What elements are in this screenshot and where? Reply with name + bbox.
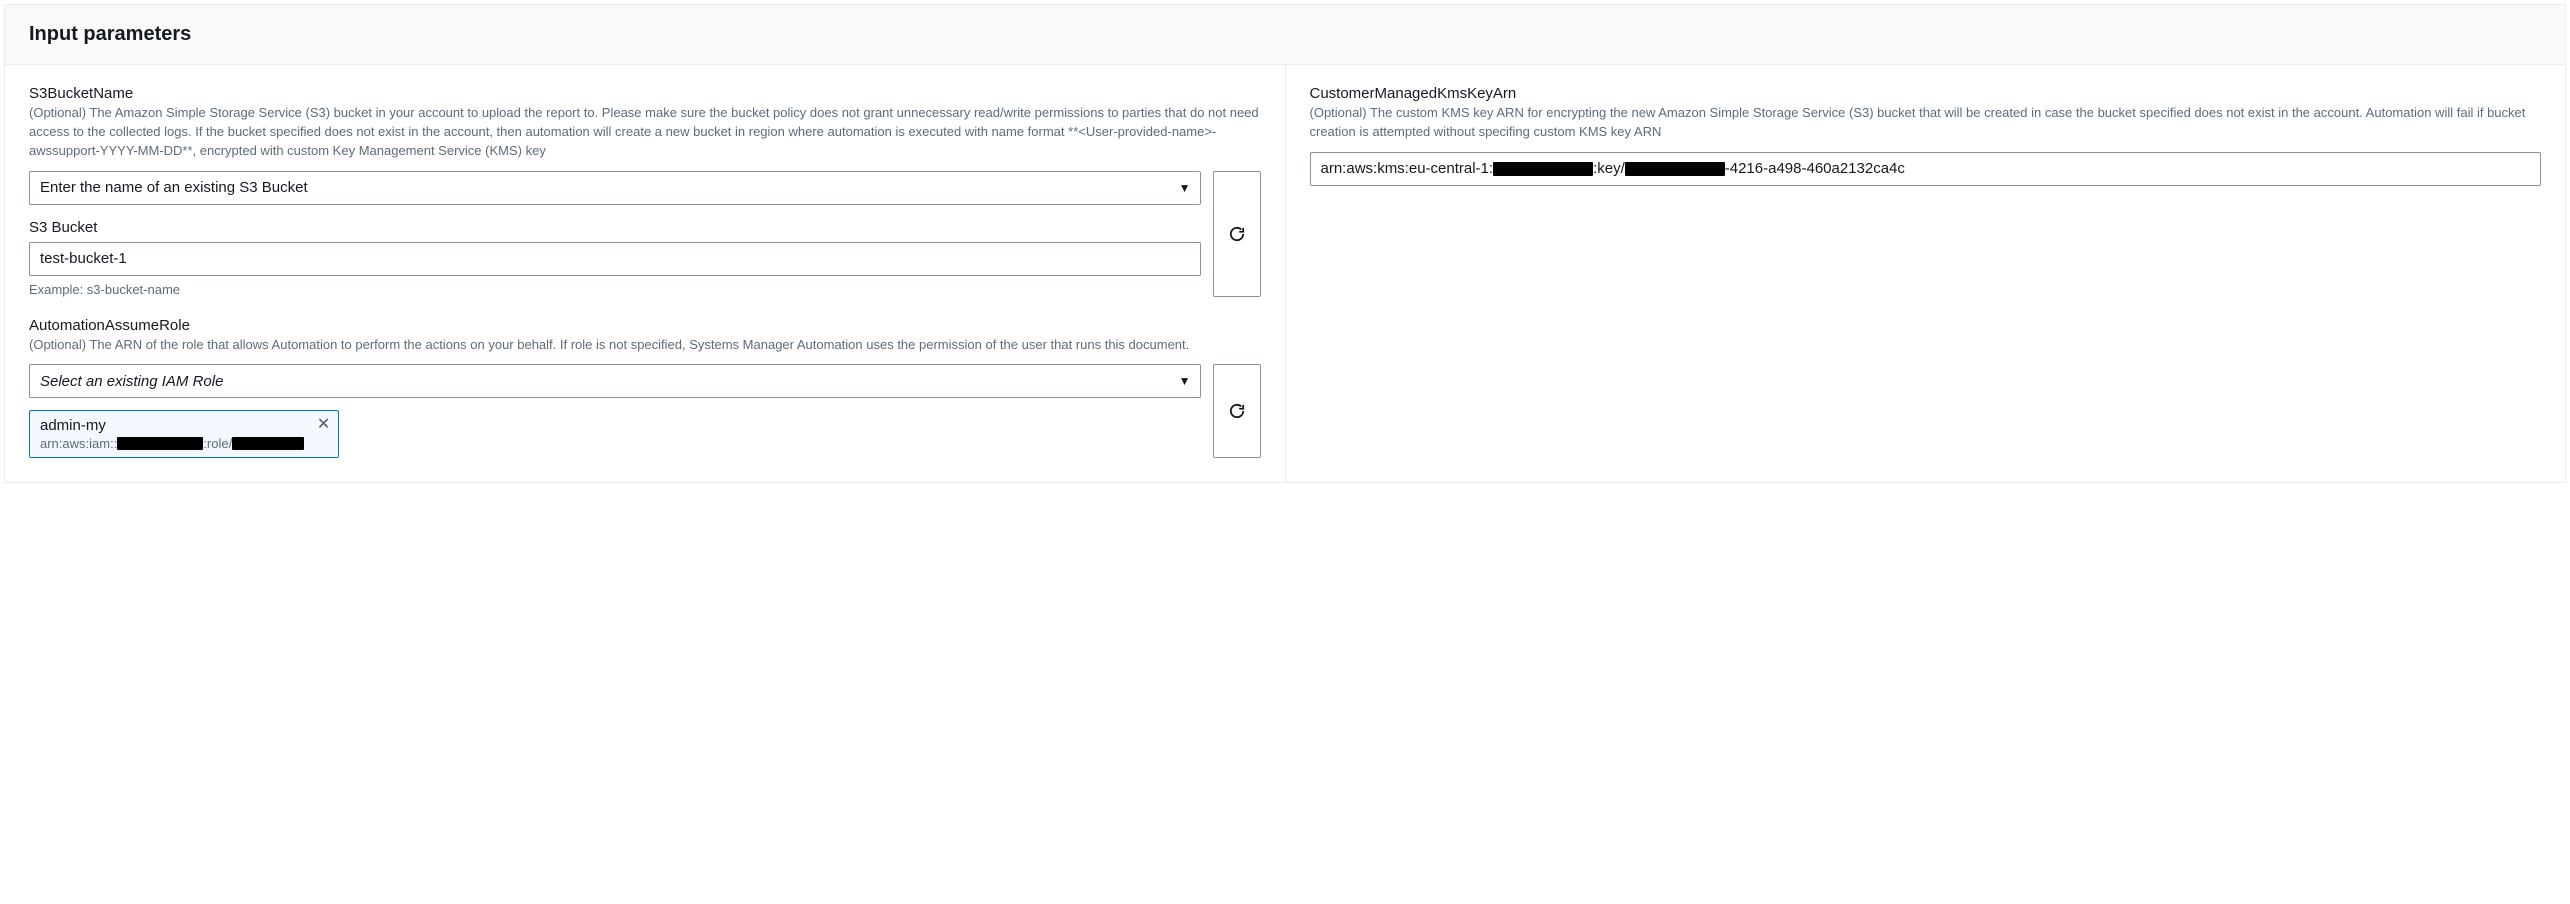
s3-refresh-button[interactable] [1213, 171, 1261, 297]
role-chip-remove-button[interactable]: ✕ [317, 417, 330, 433]
redacted-account-id [117, 437, 203, 450]
close-icon: ✕ [317, 416, 330, 433]
role-label: AutomationAssumeRole [29, 317, 1261, 334]
field-customermanagedkmskeyarn: CustomerManagedKmsKeyArn (Optional) The … [1310, 85, 2542, 186]
redacted-role-name [232, 437, 304, 450]
kms-label: CustomerManagedKmsKeyArn [1310, 85, 2542, 102]
role-select[interactable]: Select an existing IAM Role [29, 364, 1201, 398]
role-chip-arn: arn:aws:iam:::role/ [40, 436, 304, 451]
s3-label: S3BucketName [29, 85, 1261, 102]
s3-bucket-hint: Example: s3-bucket-name [29, 282, 1201, 297]
panel-title: Input parameters [29, 23, 2541, 46]
refresh-icon [1228, 402, 1246, 420]
panel-body: S3BucketName (Optional) The Amazon Simpl… [5, 65, 2565, 482]
role-description: (Optional) The ARN of the role that allo… [29, 336, 1261, 355]
s3-description: (Optional) The Amazon Simple Storage Ser… [29, 104, 1261, 161]
role-refresh-button[interactable] [1213, 364, 1261, 458]
s3-bucket-input[interactable] [29, 242, 1201, 276]
role-chip-title: admin-my [40, 417, 304, 434]
role-input-row: Select an existing IAM Role ▼ admin-my a… [29, 364, 1261, 458]
input-parameters-panel: Input parameters S3BucketName (Optional)… [4, 4, 2566, 483]
left-column: S3BucketName (Optional) The Amazon Simpl… [5, 65, 1286, 482]
right-column: CustomerManagedKmsKeyArn (Optional) The … [1286, 65, 2566, 482]
field-s3bucketname: S3BucketName (Optional) The Amazon Simpl… [29, 85, 1261, 297]
s3-input-row: Enter the name of an existing S3 Bucket … [29, 171, 1261, 297]
role-chip: admin-my arn:aws:iam:::role/ ✕ [29, 410, 339, 458]
s3-mode-select[interactable]: Enter the name of an existing S3 Bucket [29, 171, 1201, 205]
s3-bucket-sublabel: S3 Bucket [29, 219, 1201, 236]
redacted-account-id [1493, 162, 1593, 176]
field-automationassumerole: AutomationAssumeRole (Optional) The ARN … [29, 317, 1261, 459]
kms-description: (Optional) The custom KMS key ARN for en… [1310, 104, 2542, 142]
kms-arn-input[interactable]: arn:aws:kms:eu-central-1::key/-4216-a498… [1310, 152, 2542, 186]
panel-header: Input parameters [5, 5, 2565, 65]
redacted-key-id-prefix [1625, 162, 1725, 176]
refresh-icon [1228, 225, 1246, 243]
